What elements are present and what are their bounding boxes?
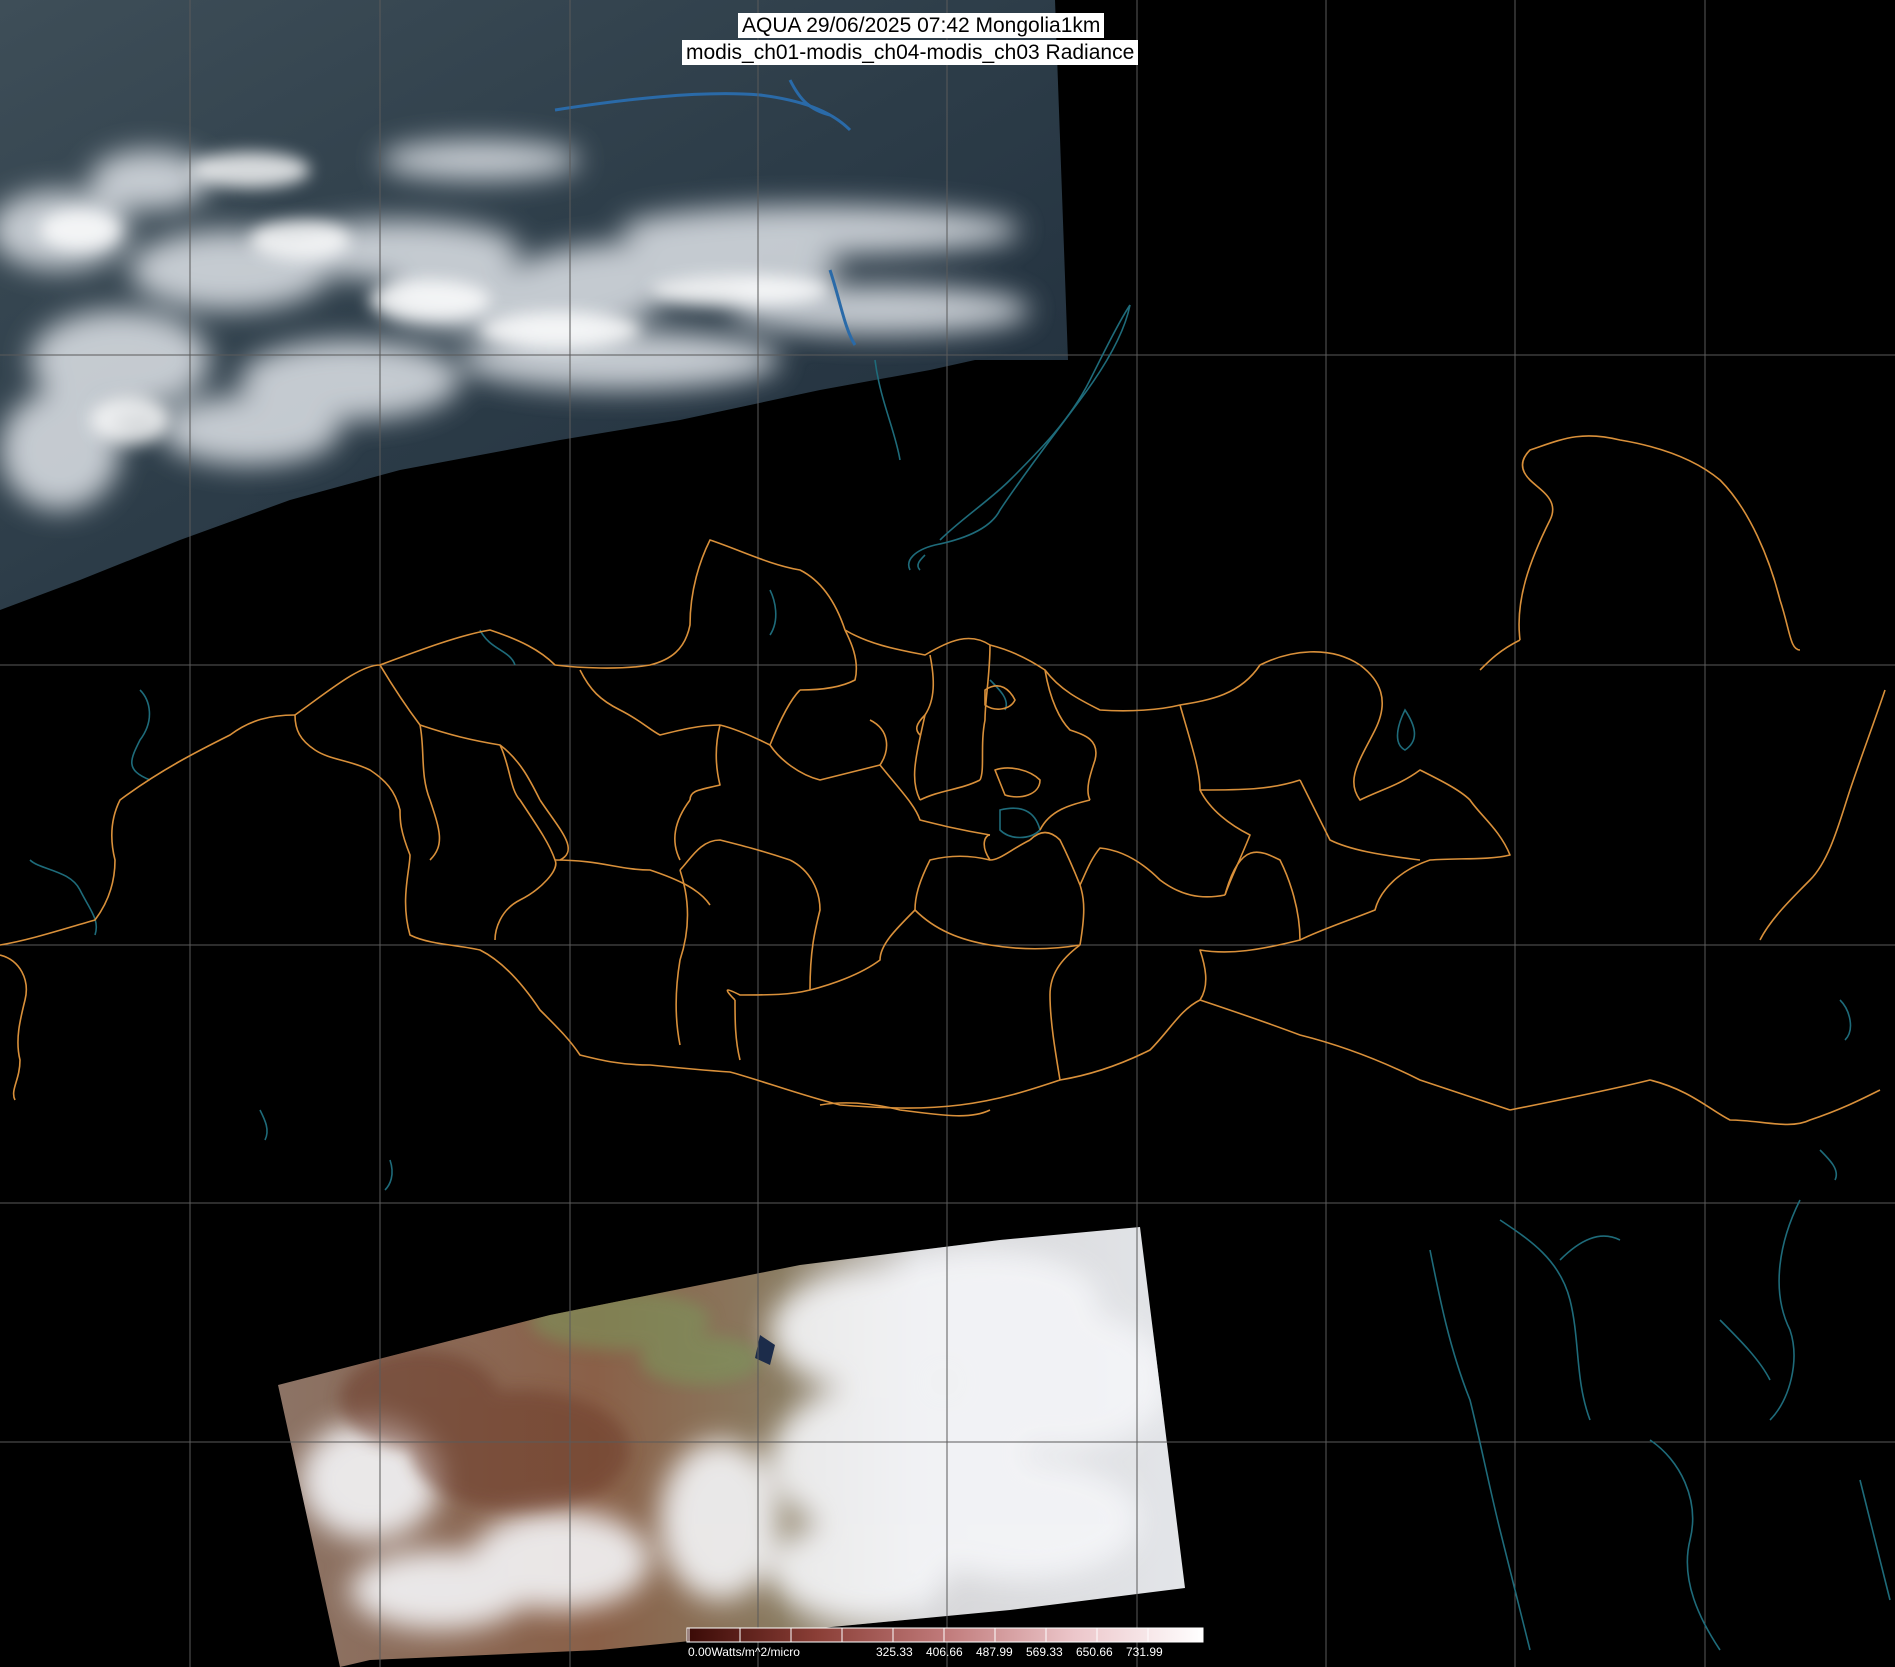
map-canvas: [0, 0, 1895, 1667]
image-title: AQUA 29/06/2025 07:42 Mongolia1km: [738, 13, 1105, 38]
colorbar-tick-label: 325.33: [876, 1645, 913, 1659]
admin-borders: [0, 435, 1886, 1126]
colorbar-tick-label: 569.33: [1026, 1645, 1063, 1659]
colorbar-tick-label: 406.66: [926, 1645, 963, 1659]
colorbar-tick-label: 487.99: [976, 1645, 1013, 1659]
colorbar: [686, 1627, 1204, 1643]
south-swath-image: [278, 1227, 1185, 1667]
colorbar-unit-label: 0.00Watts/m^2/micro: [688, 1645, 800, 1659]
image-subtitle: modis_ch01-modis_ch04-modis_ch03 Radianc…: [682, 40, 1139, 65]
colorbar-tick-label: 650.66: [1076, 1645, 1113, 1659]
north-swath-image: [0, 0, 1068, 610]
satellite-map-view: AQUA 29/06/2025 07:42 Mongolia1km modis_…: [0, 0, 1895, 1667]
colorbar-tick-label: 731.99: [1126, 1645, 1163, 1659]
